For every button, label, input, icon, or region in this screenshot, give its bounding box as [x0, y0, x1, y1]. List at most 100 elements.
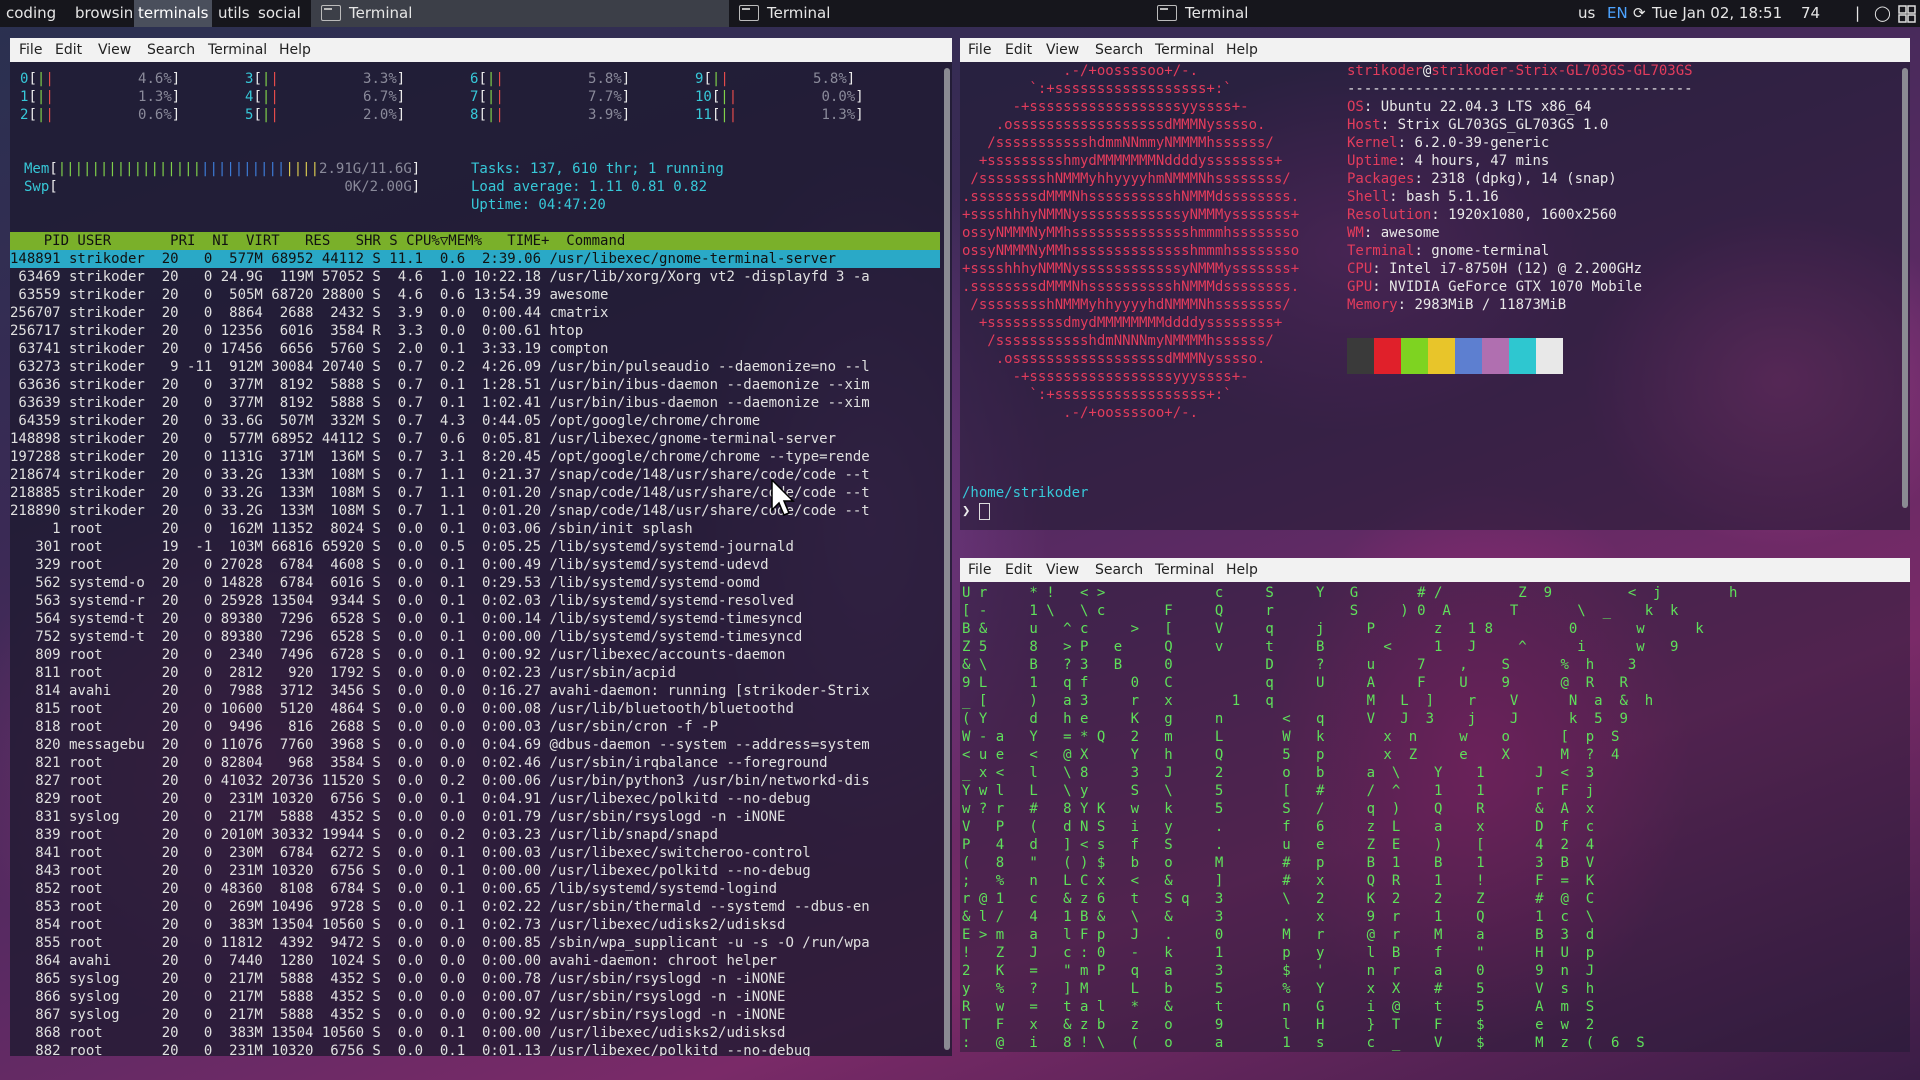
- process-row[interactable]: 752 systemd-t 20 0 89380 7296 6528 S 0.0…: [10, 628, 802, 646]
- workspace-coding[interactable]: coding: [2, 0, 60, 27]
- process-row[interactable]: 852 root 20 0 48360 8108 6784 S 0.0 0.1 …: [10, 880, 777, 898]
- menu-view[interactable]: View: [1046, 38, 1079, 62]
- menu-edit[interactable]: Edit: [55, 38, 82, 62]
- process-row[interactable]: 562 systemd-o 20 0 14828 6784 6016 S 0.0…: [10, 574, 760, 592]
- matrix-line: ( 8 " ( ) $ b o M # p B 1 B 1 3 B V: [962, 855, 1595, 871]
- process-row[interactable]: 853 root 20 0 269M 10496 9728 S 0.0 0.1 …: [10, 898, 869, 916]
- menu-search[interactable]: Search: [147, 38, 195, 62]
- process-row[interactable]: 841 root 20 0 230M 6784 6272 S 0.0 0.1 0…: [10, 844, 810, 862]
- process-row[interactable]: 197288 strikoder 20 0 1131G 371M 136M S …: [10, 448, 870, 466]
- process-row[interactable]: 867 syslog 20 0 217M 5888 4352 S 0.0 0.0…: [10, 1006, 785, 1024]
- menu-file[interactable]: File: [19, 38, 42, 62]
- process-row[interactable]: 218885 strikoder 20 0 33.2G 133M 108M S …: [10, 484, 870, 502]
- process-row[interactable]: 218890 strikoder 20 0 33.2G 133M 108M S …: [10, 502, 870, 520]
- system-info-line: Terminal: gnome-terminal: [1347, 243, 1550, 259]
- process-row[interactable]: 831 syslog 20 0 217M 5888 4352 S 0.0 0.0…: [10, 808, 785, 826]
- menu-terminal[interactable]: Terminal: [208, 38, 267, 62]
- task-terminal-2[interactable]: Terminal: [729, 0, 1147, 27]
- layout-grid-icon[interactable]: [1898, 0, 1916, 27]
- process-row[interactable]: 809 root 20 0 2340 7496 6728 S 0.0 0.1 0…: [10, 646, 785, 664]
- color-swatch: [1428, 338, 1455, 374]
- terminal-content[interactable]: U r * ! < > c S Y G # / Z 9 < j h [ - 1 \…: [960, 582, 1910, 1052]
- process-row[interactable]: 148891 strikoder 20 0 577M 68952 44112 S…: [10, 250, 940, 268]
- menu-terminal[interactable]: Terminal: [1155, 38, 1214, 62]
- terminal-content[interactable]: 0[|| 4.6%] 1[|| 1.3%] 2[|| 0.6%] 3[|| 3.3%]…: [10, 62, 952, 1056]
- process-row[interactable]: 811 root 20 0 2812 920 1792 S 0.0 0.0 0:…: [10, 664, 676, 682]
- menu-view[interactable]: View: [1046, 558, 1079, 582]
- process-row[interactable]: 882 root 20 0 231M 10320 6756 S 0.0 0.1 …: [10, 1042, 810, 1056]
- task-label: Terminal: [767, 4, 831, 22]
- workspace-utils[interactable]: utils: [214, 0, 254, 27]
- system-info-line: Kernel: 6.2.0-39-generic: [1347, 135, 1550, 151]
- swap-meter: Swp[ 0K/2.00G]: [24, 179, 421, 195]
- process-row[interactable]: 820 messagebu 20 0 11076 7760 3968 S 0.0…: [10, 736, 869, 754]
- process-row[interactable]: 866 syslog 20 0 217M 5888 4352 S 0.0 0.0…: [10, 988, 785, 1006]
- process-row[interactable]: 843 root 20 0 231M 10320 6756 S 0.0 0.1 …: [10, 862, 810, 880]
- process-row[interactable]: 839 root 20 0 2010M 30332 19944 S 0.0 0.…: [10, 826, 718, 844]
- process-row[interactable]: 63273 strikoder 9 -11 912M 30084 20740 S…: [10, 358, 869, 376]
- menu-search[interactable]: Search: [1095, 38, 1143, 62]
- cpu-meter: 9[|| 5.8%]: [695, 71, 856, 87]
- process-row[interactable]: 829 root 20 0 231M 10320 6756 S 0.0 0.1 …: [10, 790, 810, 808]
- workspace-terminals[interactable]: terminals: [134, 0, 213, 27]
- process-row[interactable]: 256707 strikoder 20 0 8864 2688 2432 S 3…: [10, 304, 608, 322]
- process-row[interactable]: 63469 strikoder 20 0 24.9G 119M 57052 S …: [10, 268, 869, 286]
- process-row[interactable]: 827 root 20 0 41032 20736 11520 S 0.0 0.…: [10, 772, 869, 790]
- shell-prompt[interactable]: ❯: [962, 502, 990, 520]
- menu-file[interactable]: File: [968, 558, 991, 582]
- process-row[interactable]: 868 root 20 0 383M 13504 10560 S 0.0 0.1…: [10, 1024, 785, 1042]
- scrollbar[interactable]: [1902, 68, 1908, 508]
- process-row[interactable]: 818 root 20 0 9496 816 2688 S 0.0 0.0 0:…: [10, 718, 718, 736]
- matrix-line: V P ( d N S i y . f 6 z L a x D f c: [962, 819, 1595, 835]
- htop-column-header[interactable]: PID USER PRI NI VIRT RES SHR S CPU%▽MEM%…: [10, 232, 940, 250]
- process-row[interactable]: 864 avahi 20 0 7440 1280 1024 S 0.0 0.0 …: [10, 952, 777, 970]
- network-icon[interactable]: ◯: [1874, 0, 1891, 27]
- process-row[interactable]: 564 systemd-t 20 0 89380 7296 6528 S 0.0…: [10, 610, 802, 628]
- task-terminal-3[interactable]: Terminal: [1147, 0, 1565, 27]
- ascii-art-line: .ossssssssssssssssssdMMMNysssso.: [962, 351, 1266, 367]
- process-row[interactable]: 814 avahi 20 0 7988 3712 3456 S 0.0 0.0 …: [10, 682, 869, 700]
- process-row[interactable]: 256717 strikoder 20 0 12356 6016 3584 R …: [10, 322, 583, 340]
- process-row[interactable]: 329 root 20 0 27028 6784 4608 S 0.0 0.1 …: [10, 556, 768, 574]
- process-row[interactable]: 1 root 20 0 162M 11352 8024 S 0.0 0.1 0:…: [10, 520, 693, 538]
- clock[interactable]: Tue Jan 02, 18:51: [1652, 0, 1782, 27]
- matrix-line: P 4 d ] < s f S . u e Z E ) [ 4 2 4: [962, 837, 1595, 853]
- system-info-line: WM: awesome: [1347, 225, 1440, 241]
- menu-help[interactable]: Help: [279, 38, 311, 62]
- menu-terminal[interactable]: Terminal: [1155, 558, 1214, 582]
- menu-help[interactable]: Help: [1226, 558, 1258, 582]
- process-row[interactable]: 148898 strikoder 20 0 577M 68952 44112 S…: [10, 430, 836, 448]
- menu-search[interactable]: Search: [1095, 558, 1143, 582]
- process-row[interactable]: 64359 strikoder 20 0 33.6G 507M 332M S 0…: [10, 412, 760, 430]
- process-row[interactable]: 821 root 20 0 82804 968 3584 S 0.0 0.0 0…: [10, 754, 827, 772]
- process-row[interactable]: 301 root 19 -1 103M 66816 65920 S 0.0 0.…: [10, 538, 794, 556]
- matrix-line: E > m a l F p J . 0 M r @ r M a B 3 d: [962, 927, 1595, 943]
- process-row[interactable]: 854 root 20 0 383M 13504 10560 S 0.0 0.1…: [10, 916, 785, 934]
- terminal-window-cmatrix[interactable]: File Edit View Search Terminal Help U r …: [960, 558, 1910, 1052]
- matrix-line: U r * ! < > c S Y G # / Z 9 < j h: [962, 585, 1738, 601]
- language-indicator[interactable]: EN: [1607, 0, 1628, 27]
- process-row[interactable]: 63741 strikoder 20 0 17456 6656 5760 S 2…: [10, 340, 608, 358]
- workspace-social[interactable]: social: [254, 0, 305, 27]
- system-info-line: GPU: NVIDIA GeForce GTX 1070 Mobile: [1347, 279, 1643, 295]
- menu-view[interactable]: View: [98, 38, 131, 62]
- menu-edit[interactable]: Edit: [1005, 38, 1032, 62]
- menu-file[interactable]: File: [968, 38, 991, 62]
- cpu-meter: 11[|| 1.3%]: [695, 107, 864, 123]
- process-row[interactable]: 63559 strikoder 20 0 505M 68720 28800 S …: [10, 286, 608, 304]
- process-row[interactable]: 63636 strikoder 20 0 377M 8192 5888 S 0.…: [10, 376, 869, 394]
- process-row[interactable]: 865 syslog 20 0 217M 5888 4352 S 0.0 0.0…: [10, 970, 785, 988]
- process-row[interactable]: 815 root 20 0 10600 5120 4864 S 0.0 0.0 …: [10, 700, 794, 718]
- menu-help[interactable]: Help: [1226, 38, 1258, 62]
- terminal-content[interactable]: .-/+oossssoo+/-. `:+ssssssssssssssssss+:…: [960, 62, 1910, 530]
- keyboard-layout[interactable]: us: [1578, 0, 1595, 27]
- menu-edit[interactable]: Edit: [1005, 558, 1032, 582]
- process-row[interactable]: 855 root 20 0 11812 4392 9472 S 0.0 0.0 …: [10, 934, 869, 952]
- scrollbar[interactable]: [944, 68, 950, 1050]
- terminal-window-neofetch[interactable]: File Edit View Search Terminal Help .-/+…: [960, 38, 1910, 530]
- task-terminal-1[interactable]: Terminal: [311, 0, 729, 27]
- terminal-window-htop[interactable]: File Edit View Search Terminal Help 0[||…: [10, 38, 952, 1056]
- process-row[interactable]: 563 systemd-r 20 0 25928 13504 9344 S 0.…: [10, 592, 794, 610]
- process-row[interactable]: 63639 strikoder 20 0 377M 8192 5888 S 0.…: [10, 394, 869, 412]
- process-row[interactable]: 218674 strikoder 20 0 33.2G 133M 108M S …: [10, 466, 870, 484]
